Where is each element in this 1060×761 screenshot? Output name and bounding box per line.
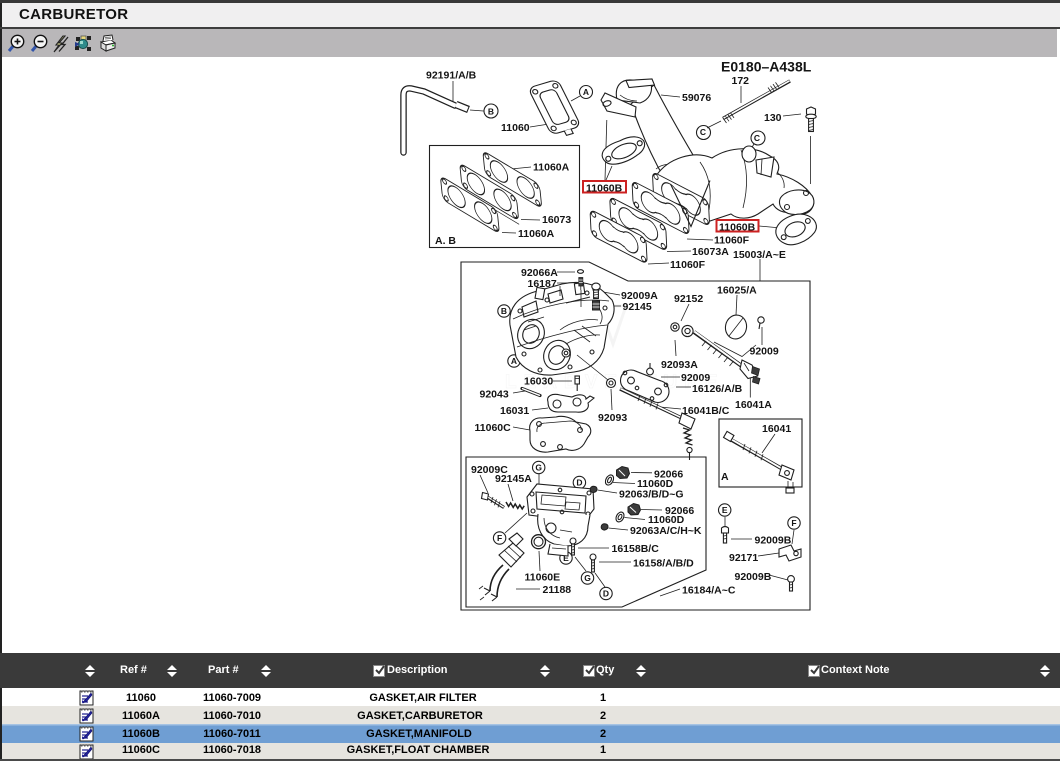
svg-text:92191/A/B: 92191/A/B: [426, 70, 477, 82]
svg-text:E0180–A438L: E0180–A438L: [721, 59, 812, 75]
svg-text:92171: 92171: [729, 552, 758, 564]
svg-text:D: D: [576, 478, 582, 488]
svg-text:130: 130: [764, 112, 782, 124]
svg-text:92152: 92152: [674, 293, 703, 305]
svg-text:C: C: [700, 127, 706, 137]
svg-text:92009B: 92009B: [755, 535, 792, 547]
svg-text:11060B: 11060B: [586, 183, 623, 195]
svg-text:11060F: 11060F: [670, 259, 706, 271]
svg-text:C: C: [754, 133, 760, 143]
svg-text:92063/B/D~G: 92063/B/D~G: [619, 489, 684, 501]
svg-text:59076: 59076: [682, 92, 711, 104]
svg-text:11060A: 11060A: [518, 228, 555, 240]
svg-text:16030: 16030: [524, 376, 553, 388]
svg-text:D: D: [603, 589, 609, 599]
svg-text:16041A: 16041A: [735, 399, 772, 411]
svg-text:16126/A/B: 16126/A/B: [692, 383, 743, 395]
svg-text:92093A: 92093A: [661, 359, 698, 371]
svg-text:A. B: A. B: [435, 235, 456, 247]
svg-text:F: F: [791, 518, 796, 528]
svg-text:11060B: 11060B: [719, 222, 756, 234]
svg-text:G: G: [535, 463, 542, 473]
svg-text:B: B: [501, 306, 507, 316]
svg-text:92145A: 92145A: [495, 473, 532, 485]
svg-text:E: E: [722, 505, 728, 515]
svg-text:16041: 16041: [762, 423, 791, 435]
svg-text:11060F: 11060F: [714, 235, 750, 247]
svg-text:A: A: [583, 87, 589, 97]
svg-text:16073: 16073: [542, 214, 571, 226]
svg-text:16025/A: 16025/A: [717, 285, 757, 297]
svg-text:16158/A/B/D: 16158/A/B/D: [633, 558, 694, 570]
svg-text:11060A: 11060A: [533, 162, 570, 174]
svg-text:16158B/C: 16158B/C: [612, 543, 660, 555]
svg-text:G: G: [584, 573, 591, 583]
svg-text:172: 172: [732, 75, 750, 87]
svg-text:11060: 11060: [501, 122, 530, 134]
svg-text:B: B: [488, 107, 494, 117]
svg-text:92009: 92009: [750, 346, 779, 358]
svg-text:21188: 21188: [543, 584, 572, 596]
svg-text:16031: 16031: [500, 405, 529, 417]
svg-text:F: F: [497, 533, 502, 543]
svg-text:92063A/C/H~K: 92063A/C/H~K: [630, 525, 702, 537]
svg-text:92009B: 92009B: [735, 571, 772, 583]
svg-text:16073A: 16073A: [692, 246, 729, 258]
svg-text:92043: 92043: [480, 389, 509, 401]
svg-text:15003/A~E: 15003/A~E: [733, 249, 786, 261]
svg-text:16184/A~C: 16184/A~C: [682, 585, 736, 597]
svg-text:92093: 92093: [598, 412, 627, 424]
svg-text:11060E: 11060E: [525, 572, 561, 584]
svg-text:A: A: [721, 471, 729, 483]
svg-text:92145: 92145: [623, 301, 652, 313]
svg-text:16041B/C: 16041B/C: [682, 405, 730, 417]
svg-text:11060C: 11060C: [475, 422, 512, 434]
